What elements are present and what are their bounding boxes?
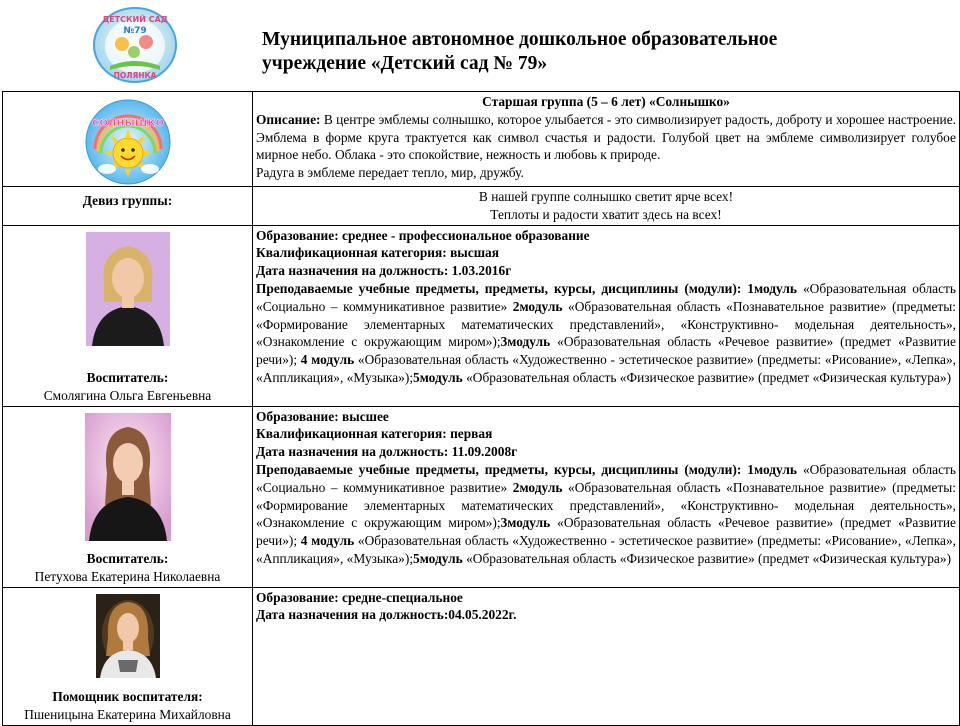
motto-label: Девиз группы:: [82, 193, 173, 208]
sun-emblem-icon: СОЛНЫШКО: [85, 99, 170, 185]
group-description: Описание: В центре эмблемы солнышко, кот…: [256, 111, 956, 164]
group-description-row: СОЛНЫШКО Старшая группа (5 – 6 лет) «Сол…: [2, 91, 960, 187]
description-text: В центре эмблемы солнышко, которое улыба…: [256, 111, 956, 163]
group-title: Старшая группа (5 – 6 лет) «Солнышко»: [482, 94, 730, 109]
group-motto-row: Девиз группы: В нашей группе солнышко св…: [2, 186, 960, 226]
group-description-cell: Старшая группа (5 – 6 лет) «Солнышко» Оп…: [252, 91, 960, 187]
teacher-details-cell: Образование: средне-специальное Дата наз…: [252, 586, 960, 726]
teacher-caption: Воспитатель: Петухова Екатерина Николаев…: [3, 550, 252, 586]
page-title: Муниципальное автономное дошкольное обра…: [262, 28, 777, 76]
teacher-name: Смолягина Ольга Евгеньевна: [43, 387, 212, 403]
teacher-education: Образование: среднее - профессиональное …: [256, 227, 590, 243]
motto-line-2: Теплоты и радости хватит здесь на всех!: [490, 206, 722, 222]
group-info-table: СОЛНЫШКО Старшая группа (5 – 6 лет) «Сол…: [2, 91, 960, 726]
teacher-education: Образование: средне-специальное: [256, 589, 463, 605]
teacher-role: Помощник воспитателя:: [52, 689, 203, 704]
teacher-photo-cell: Воспитатель: Смолягина Ольга Евгеньевна: [2, 224, 253, 407]
svg-text:ДЕТСКИЙ САД: ДЕТСКИЙ САД: [102, 13, 168, 24]
teacher-row: Помощник воспитателя: Пшеницына Екатерин…: [2, 586, 960, 726]
svg-text:№79: №79: [123, 26, 146, 36]
teacher-role: Воспитатель:: [86, 551, 169, 566]
teacher-details-cell: Образование: высшее Квалификационная кат…: [252, 405, 960, 588]
teacher-photo-cell: Помощник воспитателя: Пшеницына Екатерин…: [2, 586, 253, 726]
teacher-appointment-date: Дата назначения на должность: 1.03.2016г: [256, 263, 512, 279]
teacher-subjects: Преподаваемые учебные предметы, предметы…: [256, 280, 957, 385]
title-line-2: учреждение «Детский сад № 79»: [262, 53, 548, 74]
teacher-role: Воспитатель:: [86, 370, 169, 385]
page-header: ДЕТСКИЙ САД №79 ПОЛЯНКА Муниципальное ав…: [0, 0, 960, 90]
title-line-1: Муниципальное автономное дошкольное обра…: [262, 29, 778, 50]
motto-label-cell: Девиз группы:: [2, 186, 253, 226]
teacher-photo-cell: Воспитатель: Петухова Екатерина Николаев…: [2, 405, 253, 588]
teacher-name: Пшеницына Екатерина Михайловна: [24, 706, 231, 722]
teacher-photo: [84, 412, 171, 541]
kindergarten-logo: ДЕТСКИЙ САД №79 ПОЛЯНКА: [92, 6, 178, 84]
emblem-cell: СОЛНЫШКО: [2, 91, 253, 187]
svg-text:ПОЛЯНКА: ПОЛЯНКА: [114, 71, 157, 80]
svg-text:СОЛНЫШКО: СОЛНЫШКО: [92, 118, 164, 129]
teacher-subjects: Преподаваемые учебные предметы, предметы…: [256, 461, 957, 566]
teacher-photo: [95, 593, 160, 678]
teacher-appointment-date: Дата назначения на должность:04.05.2022г…: [256, 607, 517, 623]
teacher-photo: [85, 231, 170, 346]
teacher-education: Образование: высшее: [256, 408, 389, 424]
teacher-category: Квалификационная категория: высшая: [256, 245, 499, 261]
teacher-row: Воспитатель: Петухова Екатерина Николаев…: [2, 405, 960, 588]
teacher-caption: Помощник воспитателя: Пшеницына Екатерин…: [3, 688, 252, 724]
group-description-rainbow: Радуга в эмблеме передает тепло, мир, др…: [256, 165, 524, 181]
teacher-category: Квалификационная категория: первая: [256, 426, 493, 442]
description-label: Описание:: [256, 111, 321, 127]
teacher-row: Воспитатель: Смолягина Ольга Евгеньевна …: [2, 224, 960, 407]
motto-line-1: В нашей группе солнышко светит ярче всех…: [478, 189, 734, 204]
teacher-appointment-date: Дата назначения на должность: 11.09.2008…: [256, 444, 518, 460]
teacher-caption: Воспитатель: Смолягина Ольга Евгеньевна: [3, 369, 252, 405]
motto-cell: В нашей группе солнышко светит ярче всех…: [252, 186, 960, 226]
teacher-details-cell: Образование: среднее - профессиональное …: [252, 224, 960, 407]
teacher-name: Петухова Екатерина Николаевна: [34, 568, 221, 584]
